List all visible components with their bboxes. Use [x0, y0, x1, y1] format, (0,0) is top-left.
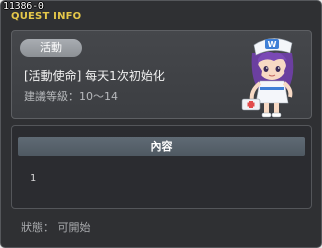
quest-title: [活動使命] 每天1次初始化	[24, 69, 165, 83]
level-label: 建議等級：	[24, 90, 79, 103]
recommended-level: 建議等級：10～14	[24, 90, 118, 104]
window-title: QUEST INFO	[11, 11, 82, 22]
content-body: 1	[30, 173, 37, 184]
svg-text:W: W	[268, 40, 277, 49]
quest-header-panel: 活動 [活動使命] 每天1次初始化 建議等級：10～14 W	[11, 30, 312, 119]
quest-content-panel: 內容 1	[11, 125, 312, 209]
quest-info-window: 11386-0 QUEST INFO 活動 [活動使命] 每天1次初始化 建議等…	[0, 0, 322, 248]
npc-nurse-icon: W	[238, 31, 308, 119]
level-range: 10～14	[79, 90, 118, 103]
content-header: 內容	[18, 137, 305, 156]
category-badge: 活動	[20, 39, 82, 57]
quest-status: 狀態： 可開始	[21, 221, 91, 234]
